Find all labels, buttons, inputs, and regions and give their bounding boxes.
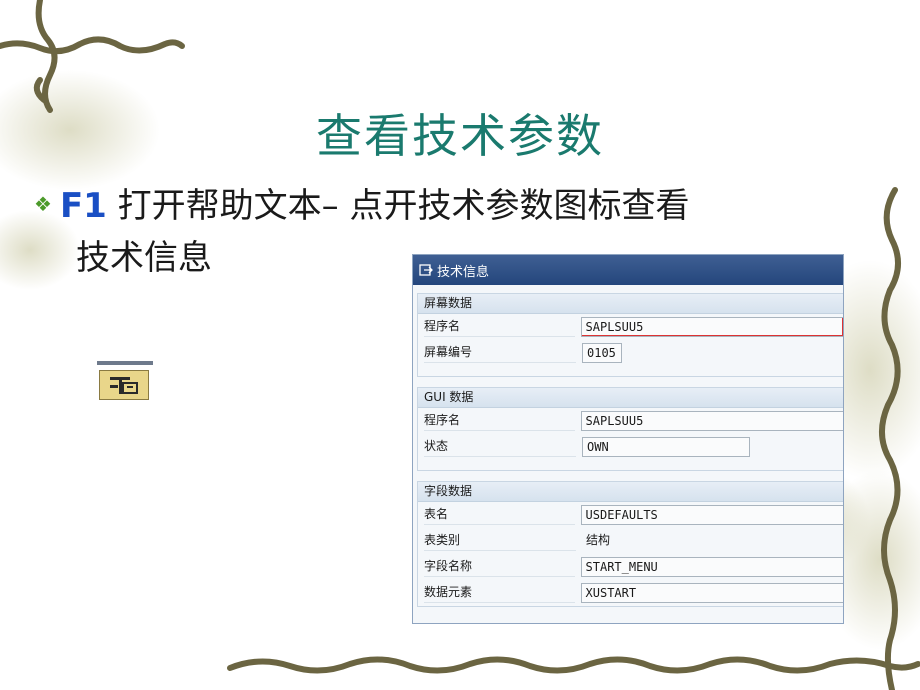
bullet-text-1: 打开帮助文本– 点开技术参数图标查看 [106, 186, 690, 226]
program-label: 程序名 [424, 317, 575, 337]
table-type-value: 结构 [586, 533, 611, 547]
field-row: 程序名 SAPLSUU5 [418, 314, 843, 340]
screen-data-group: 屏幕数据 程序名 SAPLSUU5 屏幕编号 0105 [417, 293, 843, 377]
group-header: 字段数据 [418, 482, 843, 502]
data-element-field[interactable]: XUSTART [580, 583, 843, 603]
bullet-diamond-icon: ❖ [34, 192, 52, 216]
field-row: 字段名称 START_MENU [418, 554, 843, 580]
gui-data-group: GUI 数据 程序名 SAPLSUU5 状态 OWN [417, 387, 843, 471]
screen-number-field[interactable]: 0105 [582, 343, 622, 363]
technical-info-dialog: 技术信息 屏幕数据 程序名 SAPLSUU5 屏幕编号 0105 GUI 数据 … [412, 254, 844, 624]
gui-program-field[interactable]: SAPLSUU5 [580, 411, 843, 431]
slide-title: 查看技术参数 [316, 109, 604, 163]
table-name-field[interactable]: USDEFAULTS [580, 505, 843, 525]
field-row: 表名 USDEFAULTS [418, 502, 843, 528]
field-row: 数据元素 XUSTART [418, 580, 843, 606]
dialog-title: 技术信息 [437, 264, 490, 280]
dialog-window-icon [419, 264, 433, 276]
field-row: 屏幕编号 0105 [418, 340, 843, 366]
field-row: 表类别 结构 [418, 528, 843, 554]
field-row: 程序名 SAPLSUU5 [418, 408, 843, 434]
technical-info-icon [99, 370, 149, 400]
bullet-key-f1: F1 [59, 186, 107, 226]
group-header: GUI 数据 [418, 388, 843, 408]
technical-info-button[interactable] [97, 361, 153, 401]
status-label: 状态 [424, 437, 576, 457]
toolbar-divider [97, 361, 153, 365]
gui-program-label: 程序名 [424, 411, 575, 431]
field-name-field[interactable]: START_MENU [580, 557, 843, 577]
data-element-label: 数据元素 [424, 583, 575, 603]
dialog-titlebar: 技术信息 [413, 255, 843, 285]
status-field[interactable]: OWN [582, 437, 750, 457]
table-type-label: 表类别 [424, 531, 576, 551]
field-data-group: 字段数据 表名 USDEFAULTS 表类别 结构 字段名称 START_MEN… [417, 481, 843, 607]
field-name-label: 字段名称 [424, 557, 575, 577]
group-header: 屏幕数据 [418, 294, 843, 314]
screen-number-label: 屏幕编号 [424, 343, 576, 363]
program-field[interactable]: SAPLSUU5 [580, 317, 843, 337]
table-name-label: 表名 [424, 505, 575, 525]
field-row: 状态 OWN [418, 434, 843, 460]
